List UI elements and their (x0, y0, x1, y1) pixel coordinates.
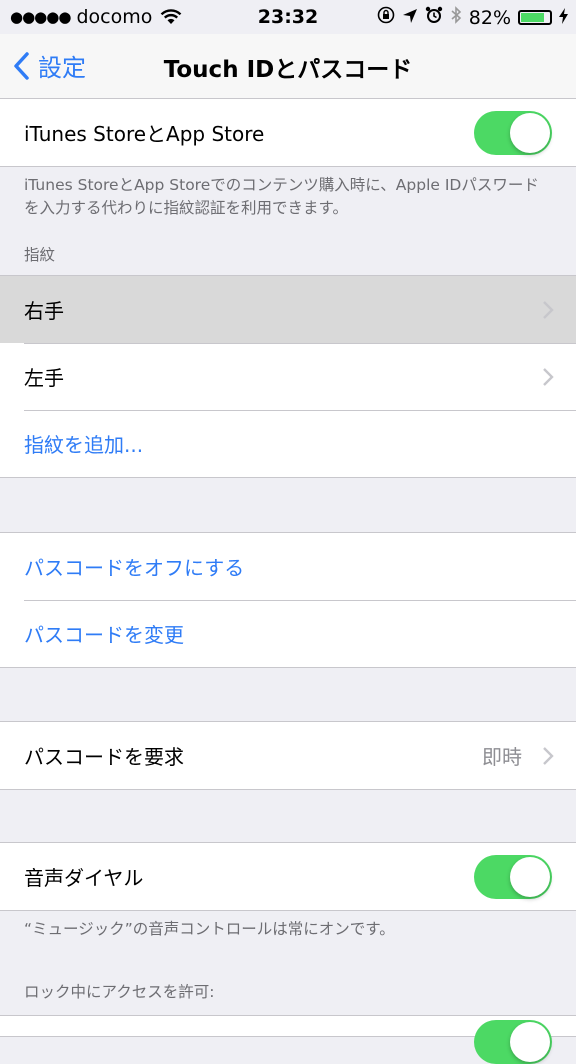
voice-dial-label: 音声ダイヤル (24, 866, 144, 890)
toggle-knob (510, 1022, 550, 1062)
store-group: iTunes StoreとApp Store (0, 98, 576, 167)
voice-dial-footer: “ミュージック”の音声コントロールは常にオンです。 (24, 920, 395, 938)
orientation-lock-icon (377, 6, 395, 29)
itunes-app-store-row: iTunes StoreとApp Store (0, 99, 576, 166)
add-fingerprint-label: 指紋を追加... (24, 433, 144, 457)
bluetooth-icon (450, 6, 462, 29)
location-arrow-icon (402, 7, 418, 29)
require-passcode-row[interactable]: パスコードを要求 即時 (0, 722, 576, 789)
fingerprint-item-left-hand[interactable]: 左手 (0, 343, 576, 410)
toggle-knob (510, 113, 550, 153)
fingerprint-group: 右手 左手 指紋を追加... (0, 275, 576, 478)
fingerprint-item-right-hand[interactable]: 右手 (0, 276, 576, 343)
chevron-right-icon (543, 747, 554, 765)
battery-icon (518, 10, 552, 25)
charging-bolt-icon (559, 7, 568, 29)
passcode-group: パスコードをオフにする パスコードを変更 (0, 532, 576, 668)
change-passcode-label: パスコードを変更 (24, 623, 184, 647)
lock-access-header: ロック中にアクセスを許可: (24, 983, 215, 1001)
lock-access-group (0, 1015, 576, 1064)
voice-dial-toggle[interactable] (474, 855, 552, 899)
itunes-app-store-label: iTunes StoreとApp Store (24, 122, 265, 146)
navigation-bar: 設定 Touch IDとパスコード (0, 34, 576, 99)
chevron-right-icon (543, 368, 554, 386)
status-bar: ●●●●● docomo 23:32 82% (0, 0, 576, 34)
voice-dial-group: 音声ダイヤル (0, 842, 576, 911)
alarm-icon (425, 6, 443, 29)
battery-percent: 82% (468, 6, 511, 29)
lock-access-toggle[interactable] (474, 1020, 552, 1064)
require-passcode-label: パスコードを要求 (24, 745, 184, 769)
voice-dial-row: 音声ダイヤル (0, 843, 576, 910)
itunes-app-store-toggle[interactable] (474, 111, 552, 155)
add-fingerprint-button[interactable]: 指紋を追加... (0, 410, 576, 477)
chevron-right-icon (543, 301, 554, 319)
turn-passcode-off-label: パスコードをオフにする (24, 556, 245, 580)
fingerprint-label: 右手 (24, 299, 64, 323)
toggle-knob (510, 857, 550, 897)
change-passcode-button[interactable]: パスコードを変更 (0, 600, 576, 667)
turn-passcode-off-button[interactable]: パスコードをオフにする (0, 533, 576, 600)
require-passcode-group: パスコードを要求 即時 (0, 721, 576, 790)
store-footer: iTunes StoreとApp Storeでのコンテンツ購入時に、Apple … (24, 176, 539, 217)
fingerprint-label: 左手 (24, 366, 64, 390)
page-title: Touch IDとパスコード (163, 57, 413, 83)
require-passcode-value: 即時 (482, 745, 522, 769)
fingerprint-header: 指紋 (24, 246, 56, 264)
